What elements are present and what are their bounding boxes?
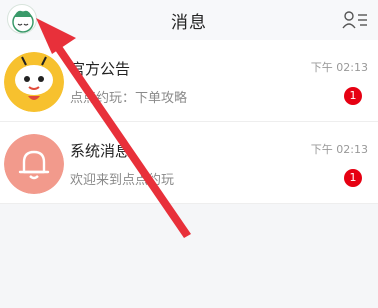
list-item-system-message[interactable]: 系统消息 欢迎来到点点约玩 下午 02:13 1 <box>0 122 378 204</box>
message-title: 官方公告 <box>70 60 131 78</box>
mascot-avatar-icon <box>4 52 64 112</box>
message-list: 官方公告 点点约玩：下单攻略 下午 02:13 1 系统消息 欢迎来到点点约玩 … <box>0 40 378 204</box>
message-title: 系统消息 <box>70 142 131 160</box>
page-title: 消息 <box>171 13 207 33</box>
message-preview: 点点约玩：下单攻略 <box>70 91 188 106</box>
unread-badge: 1 <box>344 87 362 105</box>
message-preview: 欢迎来到点点约玩 <box>70 173 175 188</box>
message-time: 下午 02:13 <box>310 143 368 156</box>
message-time: 下午 02:13 <box>310 61 368 74</box>
list-item-official-notice[interactable]: 官方公告 点点约玩：下单攻略 下午 02:13 1 <box>0 40 378 122</box>
unread-badge: 1 <box>344 169 362 187</box>
contacts-list-icon[interactable] <box>342 9 368 31</box>
bell-icon <box>4 134 64 194</box>
top-bar: 消息 <box>0 0 378 40</box>
